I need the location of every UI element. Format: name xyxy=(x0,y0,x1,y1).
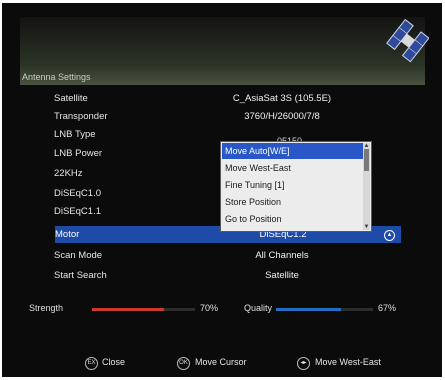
setting-label: Satellite xyxy=(54,93,88,104)
exit-icon: EX xyxy=(85,357,98,370)
strength-label: Strength xyxy=(29,303,64,313)
quality-percent: 67% xyxy=(378,303,397,313)
setting-value: C_AsiaSat 3S (105.5E) xyxy=(232,93,332,104)
setting-row-start-search[interactable]: Start Search Satellite xyxy=(32,267,386,284)
setting-label: 22KHz xyxy=(54,168,83,179)
setting-label: DiSEqC1.0 xyxy=(54,188,101,199)
footer-hint-close: Close xyxy=(102,357,126,367)
setting-label: Start Search xyxy=(54,270,107,281)
page-title: Antenna Settings xyxy=(22,72,91,82)
setting-row-satellite[interactable]: Satellite C_AsiaSat 3S (105.5E) xyxy=(32,90,386,107)
setting-value: Satellite xyxy=(265,270,299,281)
footer-hint-move-west-east: Move West-East xyxy=(315,357,381,367)
up-arrow-icon: ▲ xyxy=(384,230,395,241)
setting-value: 3760/H/26000/7/8 xyxy=(244,111,320,122)
strength-meter xyxy=(92,308,195,311)
dropdown-option[interactable]: Fine Tuning [1] xyxy=(222,177,363,193)
dropdown-option[interactable]: Move West-East xyxy=(222,160,363,176)
setting-label: DiSEqC1.1 xyxy=(54,206,101,217)
screen: Antenna Settings Satellite C_AsiaSat 3S … xyxy=(2,3,442,377)
setting-label: LNB Power xyxy=(54,148,103,159)
footer-hint-move-cursor: Move Cursor xyxy=(195,357,247,367)
setting-row-transponder[interactable]: Transponder 3760/H/26000/7/8 xyxy=(32,108,386,125)
strength-percent: 70% xyxy=(200,303,219,313)
setting-label: Motor xyxy=(55,229,80,240)
ok-icon: OK xyxy=(177,357,190,370)
setting-value: All Channels xyxy=(255,250,309,261)
setting-row-scan-mode[interactable]: Scan Mode All Channels xyxy=(32,247,386,264)
dropdown-option[interactable]: Store Position xyxy=(222,194,363,210)
quality-meter-fill xyxy=(276,308,341,311)
quality-label: Quality xyxy=(244,303,273,313)
quality-meter xyxy=(276,308,373,311)
setting-label: LNB Type xyxy=(54,129,96,140)
strength-meter-fill xyxy=(92,308,165,311)
setting-label: Scan Mode xyxy=(54,250,103,261)
motor-options-dropdown[interactable]: Move Auto[W/E] Move West-East Fine Tunin… xyxy=(220,141,372,232)
satellite-icon xyxy=(386,18,429,63)
scroll-down-icon[interactable]: ▼ xyxy=(363,224,370,230)
left-right-icon: ◂▸ xyxy=(297,357,310,370)
scrollbar-thumb[interactable] xyxy=(364,149,369,171)
dropdown-scrollbar[interactable]: ▲ ▼ xyxy=(363,143,370,230)
dropdown-option[interactable]: Go to Position xyxy=(222,211,363,227)
dropdown-option[interactable]: Move Auto[W/E] xyxy=(222,143,363,159)
setting-label: Transponder xyxy=(54,111,108,122)
